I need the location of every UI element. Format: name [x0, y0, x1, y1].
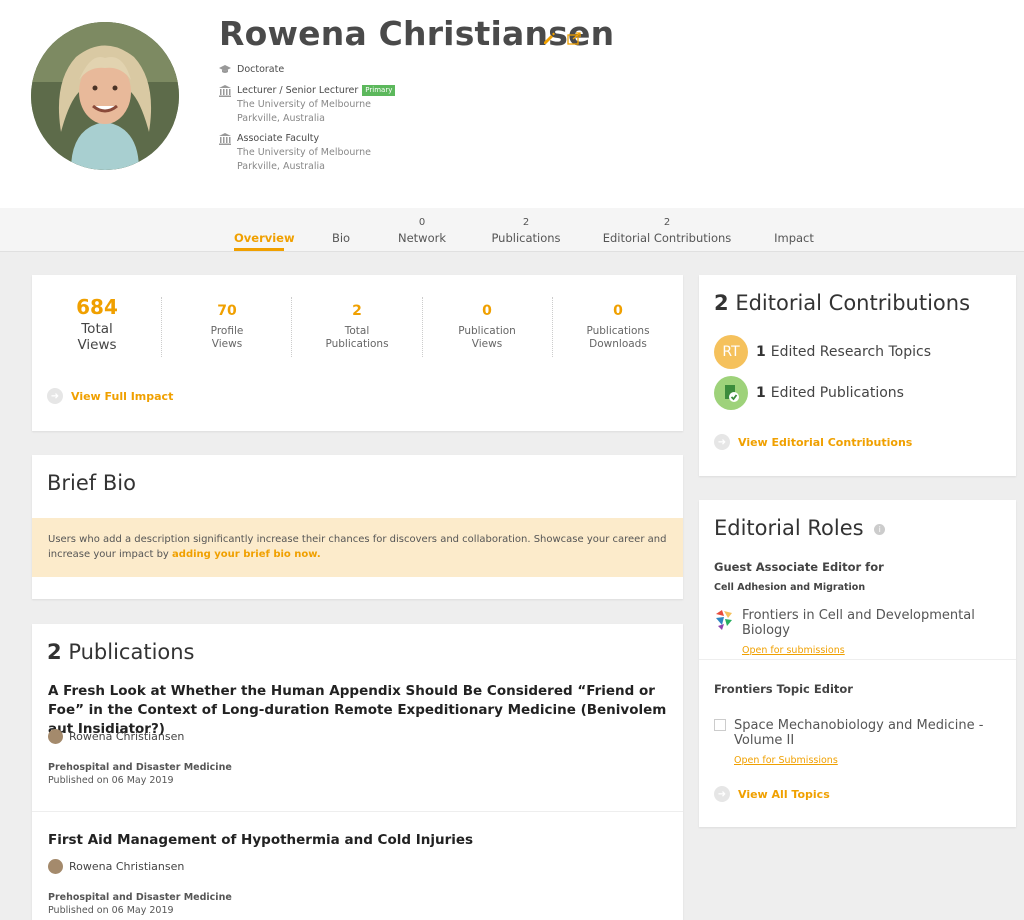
tab-editorial-contributions[interactable]: 2 Editorial Contributions [600, 208, 734, 252]
graduation-cap-icon [219, 65, 231, 73]
open-for-submissions-link[interactable]: Open for submissions [742, 645, 845, 656]
arrow-right-icon: ➜ [47, 388, 63, 404]
publication-date: Published on 06 May 2019 [48, 775, 174, 786]
share-icon[interactable] [566, 30, 582, 46]
editorial-contributions-card: 2 Editorial Contributions RT 1 Edited Res… [699, 275, 1016, 476]
metric-total-publications: 2 Total Publications [325, 303, 389, 350]
publications-title: 2 Publications [47, 640, 195, 664]
tab-impact[interactable]: Impact [770, 208, 818, 252]
info-icon[interactable]: i [874, 524, 886, 535]
metric-profile-views: 70 Profile Views [210, 303, 244, 350]
broken-image-icon [714, 719, 726, 731]
edited-research-topics-row[interactable]: RT 1 Edited Research Topics [714, 335, 931, 369]
active-tab-indicator [234, 248, 284, 251]
institution-icon [219, 133, 231, 145]
arrow-right-icon: ➜ [714, 434, 730, 450]
topic-editor-heading: Frontiers Topic Editor [714, 682, 853, 696]
journal-logo-icon [714, 608, 734, 657]
degree-text: Doctorate [237, 64, 285, 75]
publication-date: Published on 06 May 2019 [48, 905, 174, 916]
profile-header: Rowena Christiansen Doctorate Lecturer /… [0, 0, 1024, 208]
add-bio-link[interactable]: adding your brief bio now. [172, 549, 321, 560]
metric-total-views: 684 Total Views [76, 295, 118, 353]
profile-tabs: Overview Bio 0 Network 2 Publications 2 … [0, 208, 1024, 252]
editorial-contributions-title: 2 Editorial Contributions [714, 291, 971, 315]
brief-bio-card: Brief Bio Users who add a description si… [32, 455, 683, 599]
position-institution[interactable]: The University of Melbourne [237, 98, 371, 112]
position-location: Parkville, Australia [237, 113, 325, 124]
position-title: Associate Faculty [237, 133, 320, 144]
tab-network[interactable]: 0 Network [394, 208, 450, 252]
impact-card: 684 Total Views 70 Profile Views 2 Total Pu… [32, 275, 683, 431]
editorial-roles-title: Editorial Roles i [714, 516, 886, 540]
guest-editor-heading: Guest Associate Editor for [714, 560, 884, 574]
view-editorial-contributions-link[interactable]: ➜ View Editorial Contributions [714, 434, 912, 450]
guest-editor-journal[interactable]: Frontiers in Cell and Developmental Biol… [714, 608, 1016, 657]
tab-bio[interactable]: Bio [326, 208, 356, 252]
bio-prompt-banner: Users who add a description significantl… [32, 518, 683, 577]
publication-author[interactable]: Rowena Christiansen [48, 729, 184, 744]
position-location: Parkville, Australia [237, 161, 325, 172]
arrow-right-icon: ➜ [714, 786, 730, 802]
author-avatar [48, 859, 63, 874]
view-full-impact-link[interactable]: ➜ View Full Impact [47, 388, 173, 404]
publication-title[interactable]: First Aid Management of Hypothermia and … [48, 831, 678, 850]
metric-publication-views: 0 Publication Views [458, 303, 516, 350]
institution-icon [219, 85, 231, 97]
publication-journal: Prehospital and Disaster Medicine [48, 892, 232, 903]
edited-publications-row[interactable]: 1 Edited Publications [714, 376, 904, 410]
publication-journal: Prehospital and Disaster Medicine [48, 762, 232, 773]
primary-badge: Primary [362, 85, 396, 96]
open-for-submissions-link[interactable]: Open for Submissions [734, 755, 838, 766]
publications-card: 2 Publications A Fresh Look at Whether t… [32, 624, 683, 920]
guest-editor-section: Cell Adhesion and Migration [714, 582, 866, 593]
topic-editor-item[interactable]: Space Mechanobiology and Medicine - Volu… [714, 718, 983, 767]
editorial-roles-card: Editorial Roles i Guest Associate Editor… [699, 500, 1016, 827]
view-all-topics-link[interactable]: ➜ View All Topics [714, 786, 830, 802]
brief-bio-title: Brief Bio [47, 471, 136, 495]
tab-publications[interactable]: 2 Publications [488, 208, 564, 252]
position-institution[interactable]: The University of Melbourne [237, 146, 371, 160]
document-check-icon [714, 376, 748, 410]
research-topic-icon: RT [714, 335, 748, 369]
tab-overview[interactable]: Overview [234, 208, 295, 252]
publication-author[interactable]: Rowena Christiansen [48, 859, 184, 874]
position-title: Lecturer / Senior Lecturer [237, 85, 359, 96]
edit-icon[interactable] [541, 30, 557, 46]
profile-avatar[interactable] [31, 22, 179, 170]
metric-publication-downloads: 0 Publications Downloads [586, 303, 650, 350]
author-avatar [48, 729, 63, 744]
